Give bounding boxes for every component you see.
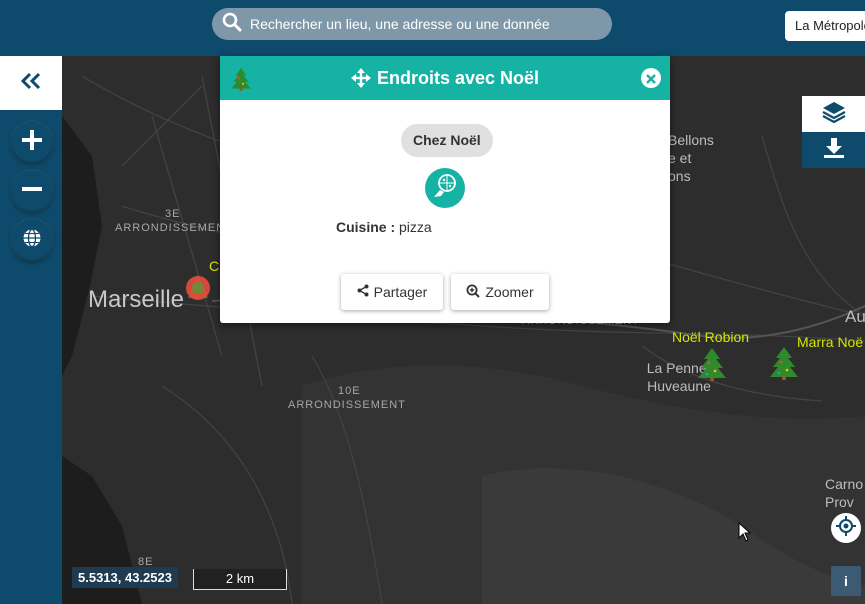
map-town-label: Carno Prov (825, 475, 863, 511)
popup-header: Endroits avec Noël (220, 56, 670, 100)
zoom-in-button[interactable] (12, 122, 52, 162)
collapse-panel-button[interactable] (0, 56, 62, 110)
selected-poi-marker[interactable] (184, 272, 212, 309)
zoom-label: Zoomer (485, 284, 534, 300)
christmas-tree-marker[interactable] (696, 347, 728, 386)
map-label: 10E (338, 385, 361, 397)
zoom-to-button[interactable]: Zoomer (451, 274, 549, 310)
map-town-line: Carno (825, 476, 864, 492)
plus-icon (21, 129, 43, 156)
christmas-tree-icon (230, 66, 252, 97)
move-icon[interactable] (350, 68, 371, 88)
mouse-cursor-icon (738, 521, 752, 547)
share-button[interactable]: Partager (341, 274, 443, 310)
attribute-key: Cuisine : (336, 219, 396, 235)
coordinates-readout: 5.5313, 43.2523 (72, 567, 178, 588)
pizza-hand-icon (432, 173, 458, 204)
search-bar[interactable] (212, 8, 612, 40)
globe-icon (22, 228, 42, 253)
zoom-in-icon (466, 284, 481, 301)
search-icon (222, 12, 242, 37)
double-chevron-left-icon (20, 72, 41, 95)
feature-popup: Endroits avec Noël Chez Noël Cuisine : p… (220, 56, 670, 323)
attribute-value: pizza (399, 219, 432, 235)
download-icon (823, 137, 845, 164)
map-town-line: Bellons (668, 132, 714, 148)
minus-icon (21, 178, 43, 205)
geolocate-button[interactable] (831, 513, 861, 543)
scale-bar: 2 km (193, 569, 287, 590)
popup-title: Endroits avec Noël (376, 67, 540, 88)
map-label: 3E (165, 208, 181, 220)
map-town-line: Prov (825, 494, 854, 510)
map-town-line: e et (668, 150, 692, 166)
attribute-row: Cuisine : pizza (336, 219, 432, 235)
christmas-tree-marker[interactable] (768, 346, 800, 385)
close-icon (646, 68, 656, 89)
top-bar: La Métropole (0, 0, 865, 56)
christmas-tree-icon (770, 347, 798, 380)
globe-button[interactable] (12, 220, 52, 260)
left-toolbar (0, 56, 62, 604)
christmas-tree-icon (698, 348, 726, 381)
close-popup-button[interactable] (641, 68, 661, 88)
category-badge (425, 168, 465, 208)
download-button[interactable] (802, 132, 865, 168)
zoom-out-button[interactable] (12, 171, 52, 211)
map-city-label: Marseille (88, 286, 185, 313)
map-town-line: ons (668, 168, 691, 184)
place-name-chip: Chez Noël (401, 124, 493, 157)
territory-selector[interactable]: La Métropole (785, 11, 865, 41)
poi-label: Marra Noë (797, 334, 864, 350)
layers-button[interactable] (802, 96, 865, 132)
map-town-label: Bellons e et ons (668, 131, 714, 185)
share-icon (357, 284, 369, 300)
share-label: Partager (373, 284, 428, 300)
map-label: ARRONDISSEMENT (115, 222, 233, 234)
map-town-label: Au (845, 307, 865, 326)
poi-label: Noël Robion (672, 329, 750, 345)
map-label: ARRONDISSEMENT (288, 399, 406, 411)
search-input[interactable] (248, 15, 612, 33)
crosshair-icon (836, 515, 856, 541)
info-button[interactable]: i (831, 566, 861, 596)
layers-icon (821, 101, 846, 128)
